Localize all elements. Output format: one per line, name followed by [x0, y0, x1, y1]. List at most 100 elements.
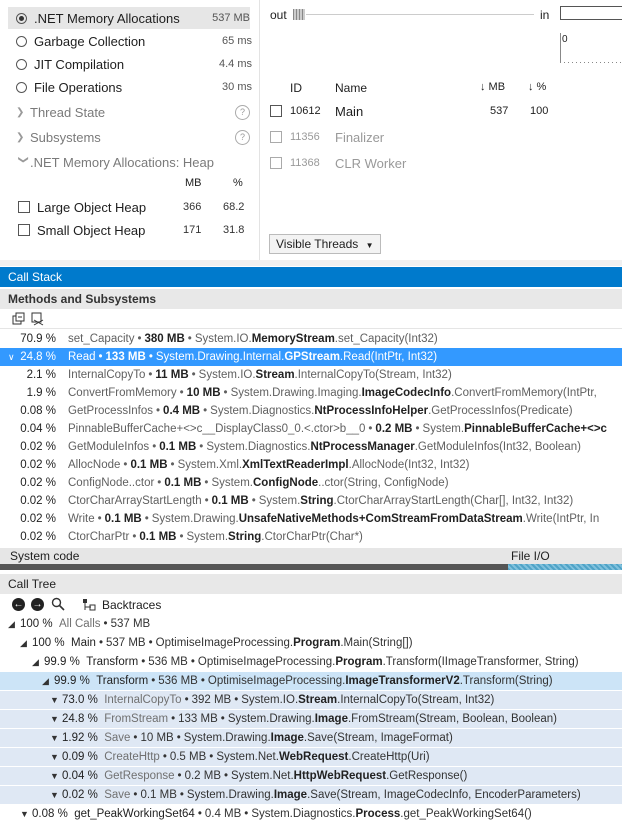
radio-icon[interactable] — [16, 81, 27, 93]
call-tree-row[interactable]: ▼ 73.0 % InternalCopyTo • 392 MB • System.IO.… — [0, 691, 622, 709]
tool-garbage-collection[interactable]: Garbage Collection 65 ms — [16, 30, 252, 52]
checkbox[interactable] — [270, 157, 282, 169]
col-mb[interactable]: ↓ MB — [480, 81, 505, 93]
call-tree-header: Call Tree — [0, 574, 622, 594]
heap-row-large[interactable]: Large Object Heap 366 68.2 — [18, 196, 250, 218]
chevron-down-icon[interactable]: ❯ — [18, 155, 29, 169]
radio-icon[interactable] — [16, 35, 27, 47]
leaf-triangle-icon[interactable]: ▼ — [50, 710, 62, 728]
method-size: 0.1 MB — [139, 531, 177, 543]
checkbox[interactable] — [270, 131, 282, 143]
leaf-triangle-icon[interactable]: ▼ — [50, 786, 62, 804]
namespace: System.Diagnostics. — [210, 405, 315, 417]
call-tree-row[interactable]: ▼ 0.02 % Save • 0.1 MB • System.Drawing.Image… — [0, 786, 622, 804]
expand-triangle-icon[interactable]: ◢ — [32, 653, 44, 671]
timeline-slider-track[interactable] — [306, 14, 534, 15]
radio-selected-icon[interactable] — [16, 12, 27, 24]
call-stack-row[interactable]: 0.04 % PinnableBufferCache+<>c__DisplayCl… — [0, 420, 622, 438]
col-id[interactable]: ID — [290, 81, 302, 95]
expand-all-icon[interactable] — [12, 312, 26, 326]
chevron-right-icon[interactable]: ❯ — [16, 107, 30, 118]
col-name[interactable]: Name — [335, 81, 367, 95]
method-size: 133 MB — [178, 713, 218, 725]
call-tree-row[interactable]: ▼ 1.92 % Save • 10 MB • System.Drawing.Image.… — [0, 729, 622, 747]
method-size: 133 MB — [105, 351, 146, 363]
call-tree-row[interactable]: ▼ 0.08 % get_PeakWorkingSet64 • 0.4 MB • Syst… — [0, 805, 622, 823]
class-name: NtProcessManager — [310, 441, 415, 453]
leaf-triangle-icon[interactable]: ▼ — [50, 748, 62, 766]
tool-jit-compilation[interactable]: JIT Compilation 4.4 ms — [16, 53, 252, 75]
checkbox[interactable] — [18, 201, 30, 213]
call-tree-row[interactable]: ◢ 99.9 % Transform • 536 MB • OptimiseImagePr… — [0, 672, 622, 690]
call-tree-row[interactable]: ▼ 24.8 % FromStream • 133 MB • System.Drawing… — [0, 710, 622, 728]
help-icon[interactable]: ? — [235, 104, 250, 120]
signature: .set_Capacity(Int32) — [334, 333, 438, 345]
call-stack-row[interactable]: 1.9 % ConvertFromMemory • 10 MB • System.Draw… — [0, 384, 622, 402]
heap-row-small[interactable]: Small Object Heap 171 31.8 — [18, 219, 250, 241]
call-stack-row[interactable]: 0.02 % CtorCharPtr • 0.1 MB • System.String.C… — [0, 528, 622, 546]
leaf-triangle-icon[interactable]: ▼ — [50, 767, 62, 785]
section-heap[interactable]: ❯ .NET Memory Allocations: Heap — [16, 151, 250, 173]
chevron-right-icon[interactable]: ❯ — [16, 132, 30, 143]
thread-row-clr-worker[interactable]: 11368 CLR Worker — [270, 151, 620, 175]
thread-row-finalizer[interactable]: 11356 Finalizer — [270, 125, 620, 149]
section-subsystems[interactable]: ❯ Subsystems ? — [16, 126, 250, 148]
leaf-triangle-icon[interactable]: ▼ — [20, 805, 32, 823]
method-size: 0.1 MB — [140, 789, 177, 801]
call-stack-row[interactable]: 0.02 % GetModuleInfos • 0.1 MB • System.Diagn… — [0, 438, 622, 456]
thread-row-main[interactable]: 10612 Main 537 100 — [270, 99, 620, 123]
namespace: System.Drawing. — [151, 513, 239, 525]
timeline-slider-handle[interactable] — [293, 9, 305, 20]
separator: • — [157, 477, 162, 489]
call-stack-row[interactable]: 0.02 % AllocNode • 0.1 MB • System.Xml.XmlTex… — [0, 456, 622, 474]
leaf-triangle-icon[interactable]: ▼ — [50, 691, 62, 709]
call-stack-row[interactable]: 70.9 % set_Capacity • 380 MB • System.IO.Memo… — [0, 330, 622, 348]
back-icon[interactable]: ← — [12, 598, 25, 611]
signature: .InternalCopyTo(Stream, Int32) — [337, 694, 495, 706]
call-tree-row[interactable]: ◢ 100 % All Calls • 537 MB — [0, 615, 622, 633]
call-stack-row[interactable]: 0.02 % Write • 0.1 MB • System.Drawing.Unsafe… — [0, 510, 622, 528]
heap-label: Small Object Heap — [37, 222, 146, 238]
forward-icon[interactable]: → — [31, 598, 44, 611]
radio-icon[interactable] — [16, 58, 27, 70]
help-icon[interactable]: ? — [235, 129, 250, 145]
call-stack-row[interactable]: ∨ 24.8 % Read • 133 MB • System.Drawing.Intern… — [0, 348, 622, 366]
chevron-down-icon[interactable]: ∨ — [8, 348, 15, 366]
call-tree-row[interactable]: ◢ 99.9 % Transform • 536 MB • OptimiseImagePr… — [0, 653, 622, 671]
heap-pct: 68.2 — [223, 201, 245, 213]
separator: • — [103, 618, 108, 630]
tool-value: 4.4 ms — [218, 58, 252, 70]
separator: • — [197, 808, 202, 820]
namespace: System.Xml. — [177, 459, 243, 471]
class-name: XmlTextReaderImpl — [242, 459, 349, 471]
tool-file-operations[interactable]: File Operations 30 ms — [16, 76, 252, 98]
filter-icon[interactable] — [31, 312, 45, 326]
checkbox[interactable] — [18, 224, 30, 236]
call-stack-row[interactable]: 0.08 % GetProcessInfos • 0.4 MB • System.Diag… — [0, 402, 622, 420]
leaf-triangle-icon[interactable]: ▼ — [50, 729, 62, 747]
search-icon[interactable] — [51, 597, 65, 611]
method-size: 536 MB — [158, 675, 198, 687]
expand-triangle-icon[interactable]: ◢ — [42, 672, 54, 690]
timeline-overview[interactable] — [560, 6, 622, 20]
backtraces-button[interactable]: Backtraces — [82, 597, 161, 613]
call-tree-row[interactable]: ◢ 100 % Main • 537 MB • OptimiseImageProcessi… — [0, 634, 622, 652]
section-thread-state[interactable]: ❯ Thread State ? — [16, 101, 250, 123]
class-name: PinnableBufferCache+<>c — [464, 423, 607, 435]
expand-triangle-icon[interactable]: ◢ — [20, 634, 32, 652]
call-tree-row[interactable]: ▼ 0.04 % GetResponse • 0.2 MB • System.Net.Ht… — [0, 767, 622, 785]
call-stack-row[interactable]: 2.1 % InternalCopyTo • 11 MB • System.IO.Stre… — [0, 366, 622, 384]
namespace: System.IO. — [194, 333, 252, 345]
call-stack-row[interactable]: 0.02 % CtorCharArrayStartLength • 0.1 MB • Sy… — [0, 492, 622, 510]
tool-net-memory[interactable]: .NET Memory Allocations 537 MB — [8, 7, 250, 29]
visible-threads-dropdown[interactable]: Visible Threads ▼ — [269, 234, 381, 254]
class-name: Image — [270, 732, 304, 744]
heap-col-mb: MB — [185, 177, 202, 189]
col-pct[interactable]: ↓ % — [528, 81, 546, 93]
splitter[interactable] — [0, 260, 622, 266]
checkbox[interactable] — [270, 105, 282, 117]
row-percent: 0.02 % — [20, 477, 56, 489]
call-tree-row[interactable]: ▼ 0.09 % CreateHttp • 0.5 MB • System.Net.Web… — [0, 748, 622, 766]
call-stack-row[interactable]: 0.02 % ConfigNode..ctor • 0.1 MB • System.Con… — [0, 474, 622, 492]
expand-triangle-icon[interactable]: ◢ — [8, 615, 20, 633]
